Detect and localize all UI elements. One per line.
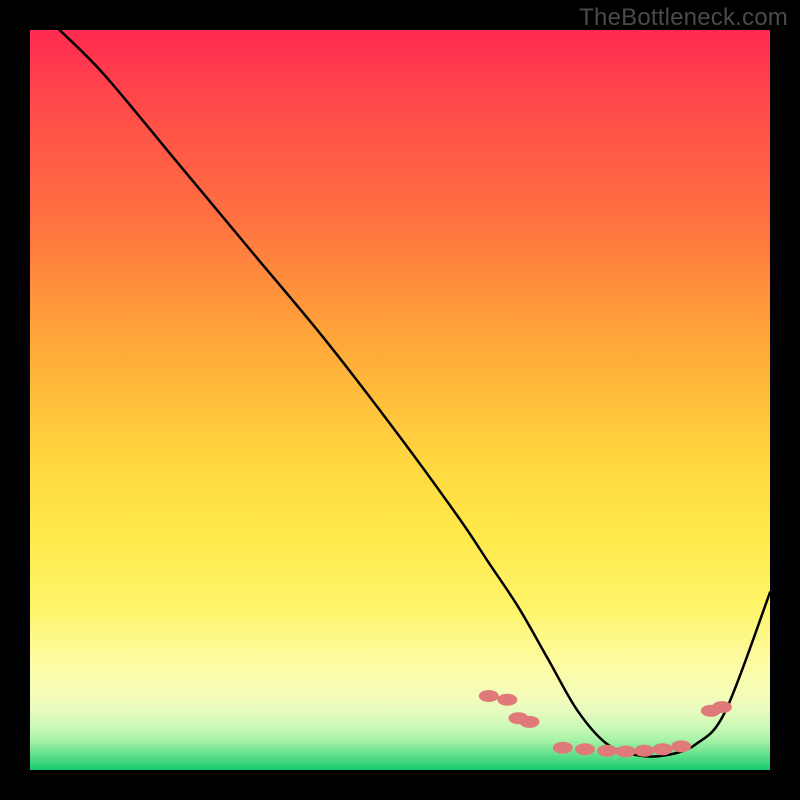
data-marker	[597, 745, 617, 757]
data-marker	[575, 743, 595, 755]
curve-layer	[30, 30, 770, 770]
chart-frame: TheBottleneck.com	[0, 0, 800, 800]
data-marker	[712, 701, 732, 713]
bottleneck-curve	[60, 30, 770, 757]
data-marker	[671, 740, 691, 752]
data-marker	[653, 743, 673, 755]
data-marker	[520, 716, 540, 728]
data-marker	[616, 746, 636, 758]
data-marker	[553, 742, 573, 754]
data-marker	[479, 690, 499, 702]
plot-area	[30, 30, 770, 770]
watermark-text: TheBottleneck.com	[579, 4, 788, 32]
data-marker	[634, 745, 654, 757]
data-marker	[497, 694, 517, 706]
